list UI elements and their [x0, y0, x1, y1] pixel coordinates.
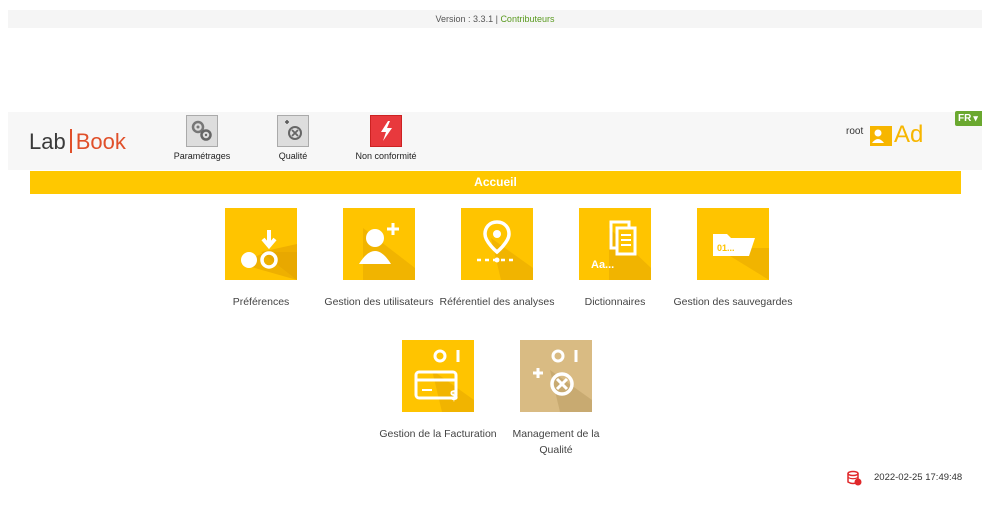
- version-label: Version : 3.3.1 |: [435, 14, 498, 24]
- tile-qualite[interactable]: Management de la Qualité: [496, 340, 616, 458]
- nav-item-qualite[interactable]: Qualité: [248, 115, 338, 161]
- language-selector[interactable]: FR ▾: [955, 111, 982, 126]
- lightning-icon: [370, 115, 402, 147]
- tile-analyses[interactable]: Référentiel des analyses: [437, 208, 557, 310]
- app-logo[interactable]: Lab Book: [29, 128, 126, 156]
- gears-icon: [186, 115, 218, 147]
- tile-label: Gestion des sauvegardes: [673, 296, 793, 308]
- tile-dictionnaires[interactable]: Aa... Dictionnaires: [555, 208, 675, 310]
- nav-label-qualite: Qualité: [278, 151, 308, 161]
- header-bar: [8, 112, 982, 170]
- tile-label: Référentiel des analyses: [439, 296, 555, 308]
- tile-users[interactable]: Gestion des utilisateurs: [319, 208, 439, 310]
- avatar-icon[interactable]: [870, 126, 892, 146]
- tile-label: Préférences: [232, 296, 290, 308]
- version-bar: Version : 3.3.1 | Contributeurs: [8, 10, 982, 28]
- user-initials[interactable]: Ad: [894, 121, 923, 149]
- documents-icon: Aa...: [579, 208, 651, 280]
- credit-card-icon: $: [402, 340, 474, 412]
- nav-item-non-conformite[interactable]: Non conformité: [341, 115, 431, 161]
- contributors-link[interactable]: Contributeurs: [500, 14, 554, 24]
- footer-timestamp: 2022-02-25 17:49:48: [846, 472, 962, 483]
- add-user-icon: [343, 208, 415, 280]
- language-label: FR: [958, 113, 972, 124]
- folder-icon: 01...: [697, 208, 769, 280]
- nav-label-parametrages: Paramétrages: [173, 151, 231, 161]
- svg-text:$: $: [450, 387, 458, 403]
- tile-preferences[interactable]: Préférences: [201, 208, 321, 310]
- nav-label-non-conformite: Non conformité: [355, 151, 417, 161]
- logo-book: Book: [75, 129, 126, 154]
- svg-text:01...: 01...: [717, 243, 735, 253]
- tile-label: Dictionnaires: [584, 296, 646, 308]
- svg-text:Aa...: Aa...: [591, 259, 614, 271]
- preferences-icon: [225, 208, 297, 280]
- nav-item-parametrages[interactable]: Paramétrages: [157, 115, 247, 161]
- logo-lab: Lab: [29, 129, 66, 154]
- location-pin-icon: [461, 208, 533, 280]
- tile-sauvegardes[interactable]: 01... Gestion des sauvegardes: [673, 208, 793, 310]
- quality-management-icon: [520, 340, 592, 412]
- chevron-down-icon: ▾: [973, 113, 978, 123]
- page-title: Accueil: [30, 171, 961, 194]
- tile-label: Gestion des utilisateurs: [324, 296, 434, 308]
- quality-icon: [277, 115, 309, 147]
- user-name[interactable]: root: [846, 126, 863, 137]
- tile-label: Gestion de la Facturation: [379, 428, 497, 440]
- tile-label: Management de la Qualité: [512, 428, 600, 456]
- tile-facturation[interactable]: $ Gestion de la Facturation: [378, 340, 498, 442]
- timestamp-text: 2022-02-25 17:49:48: [874, 472, 963, 483]
